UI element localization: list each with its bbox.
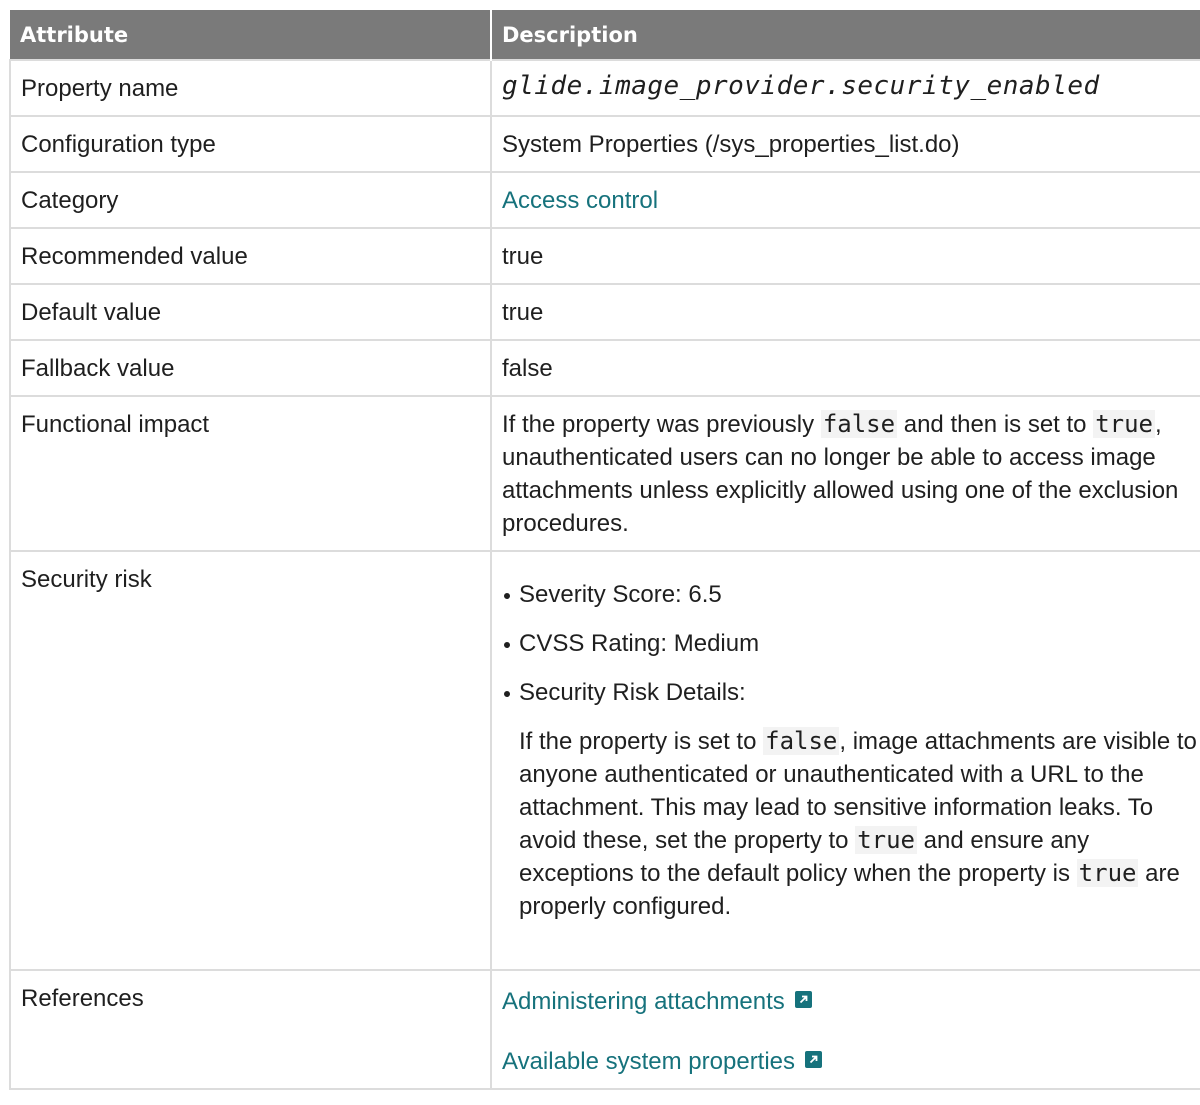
- risk-details-paragraph: If the property is set to false, image a…: [519, 725, 1200, 959]
- page: Attribute Description Property name glid…: [0, 0, 1200, 1105]
- code-true: true: [1093, 410, 1155, 438]
- code-true: true: [855, 826, 917, 854]
- attribute-label: Default value: [9, 283, 492, 341]
- category-link[interactable]: Access control: [502, 187, 658, 214]
- reference-links: Administering attachments Available syst…: [502, 985, 1200, 1078]
- attribute-label: Property name: [9, 59, 492, 117]
- configuration-type-value: System Properties (/sys_properties_list.…: [490, 115, 1200, 173]
- row-category: Category Access control: [9, 171, 1200, 229]
- row-references: References Administering attachments Ava…: [9, 969, 1200, 1090]
- risk-bullet: Security Risk Details:: [502, 676, 1200, 709]
- recommended-value: true: [490, 227, 1200, 285]
- row-fallback-value: Fallback value false: [9, 339, 1200, 397]
- header-attribute: Attribute: [10, 10, 492, 60]
- references-value: Administering attachments Available syst…: [490, 969, 1200, 1090]
- functional-impact-value: If the property was previously false and…: [490, 395, 1200, 552]
- attribute-label: Recommended value: [9, 227, 492, 285]
- table-header-row: Attribute Description: [10, 10, 1200, 60]
- security-risk-value: Severity Score: 6.5 CVSS Rating: Medium …: [490, 550, 1200, 971]
- fallback-value: false: [490, 339, 1200, 397]
- risk-bullet: CVSS Rating: Medium: [502, 627, 1200, 660]
- row-configuration-type: Configuration type System Properties (/s…: [9, 115, 1200, 173]
- risk-bullet-list: Severity Score: 6.5 CVSS Rating: Medium …: [502, 578, 1200, 709]
- default-value: true: [490, 283, 1200, 341]
- attribute-label: Fallback value: [9, 339, 492, 397]
- text: If the property was previously: [502, 411, 821, 438]
- code-false: false: [820, 410, 898, 438]
- attribute-table: Attribute Description Property name glid…: [9, 10, 1200, 1090]
- code-false: false: [763, 727, 840, 755]
- row-security-risk: Security risk Severity Score: 6.5 CVSS R…: [9, 550, 1200, 971]
- text: and then is set to: [897, 411, 1094, 438]
- row-default-value: Default value true: [9, 283, 1200, 341]
- category-value: Access control: [490, 171, 1200, 229]
- property-name-text: glide.image_provider.security_enabled: [502, 71, 1100, 101]
- risk-bullet: Severity Score: 6.5: [502, 578, 1200, 611]
- row-functional-impact: Functional impact If the property was pr…: [9, 395, 1200, 552]
- property-name-value: glide.image_provider.security_enabled: [490, 59, 1200, 117]
- row-property-name: Property name glide.image_provider.secur…: [9, 59, 1200, 117]
- attribute-label: Configuration type: [9, 115, 492, 173]
- reference-item: Available system properties: [502, 1045, 1200, 1078]
- attribute-label: Functional impact: [9, 395, 492, 552]
- external-link-icon[interactable]: [794, 991, 812, 1008]
- text: If the property is set to: [519, 728, 764, 755]
- administering-attachments-link[interactable]: Administering attachments: [502, 988, 785, 1015]
- attribute-label: References: [9, 969, 492, 1090]
- attribute-label: Category: [9, 171, 492, 229]
- attribute-label: Security risk: [9, 550, 492, 971]
- available-system-properties-link[interactable]: Available system properties: [502, 1048, 795, 1075]
- reference-item: Administering attachments: [502, 985, 1200, 1018]
- header-description: Description: [491, 10, 1200, 60]
- code-true: true: [1076, 859, 1139, 887]
- external-link-icon[interactable]: [805, 1051, 823, 1068]
- row-recommended-value: Recommended value true: [9, 227, 1200, 285]
